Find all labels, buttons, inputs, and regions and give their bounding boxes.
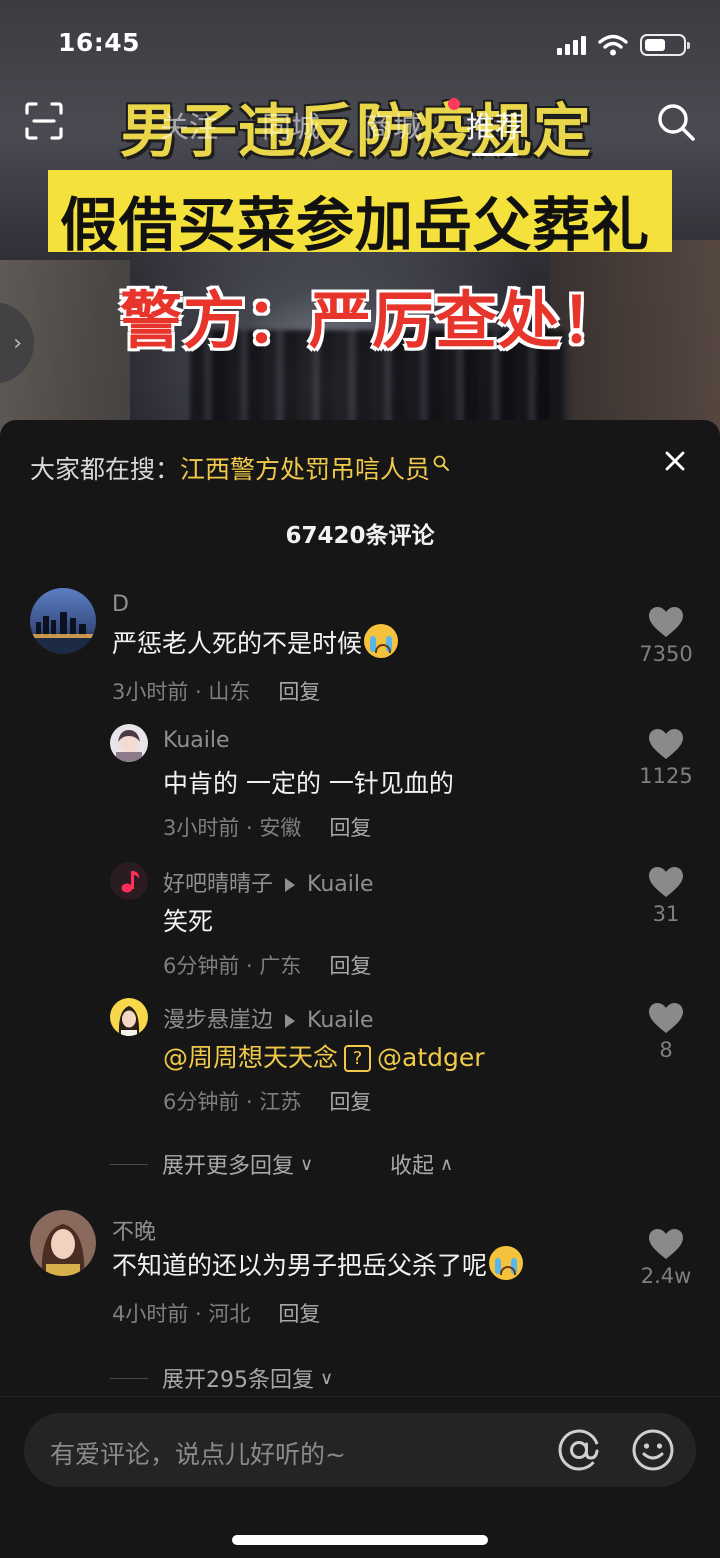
- comments-sheet: 大家都在搜： 江西警方处罚吊唁人员 67420条评论 D 严惩老人死的不是时候 …: [0, 420, 720, 1558]
- search-icon: [433, 455, 450, 471]
- comment-count: 67420条评论: [285, 523, 435, 549]
- collapse-label: 收起: [390, 1154, 435, 1179]
- reply-author[interactable]: 好吧晴晴子: [163, 872, 273, 897]
- like-button[interactable]: 8: [634, 1002, 698, 1062]
- reply-text: 笑死: [163, 907, 214, 936]
- video-headline-2: 假借买菜参加岳父葬礼: [60, 191, 651, 259]
- avatar[interactable]: [110, 998, 148, 1036]
- hot-search-term[interactable]: 江西警方处罚吊唁人员: [180, 450, 430, 486]
- reply-target-user[interactable]: Kuaile: [307, 1008, 374, 1033]
- reply-button[interactable]: 回复: [329, 1090, 371, 1114]
- reply-meta: 3小时前 · 安徽 回复: [163, 812, 371, 842]
- comment-meta: 4小时前 · 河北 回复: [112, 1298, 320, 1328]
- reply-username[interactable]: Kuaile: [163, 728, 230, 753]
- chevron-up-icon: ∧: [440, 1153, 454, 1175]
- comment-text: 不知道的还以为男子把岳父杀了呢: [112, 1246, 524, 1282]
- tab-local[interactable]: 同城: [262, 104, 320, 146]
- like-count: 31: [652, 902, 680, 926]
- avatar[interactable]: [30, 1210, 96, 1276]
- crying-emoji-icon: [364, 624, 399, 658]
- heart-icon: [649, 1229, 683, 1259]
- reply-button[interactable]: 回复: [278, 1302, 320, 1326]
- reply-meta: 6分钟前 · 江苏 回复: [163, 1086, 371, 1116]
- mention-link[interactable]: @周周想天天念: [163, 1043, 338, 1072]
- like-button[interactable]: 1125: [634, 728, 698, 788]
- reply-button[interactable]: 回复: [278, 680, 320, 704]
- divider-line: [110, 1163, 148, 1165]
- like-button[interactable]: 7350: [634, 606, 698, 666]
- reply-username[interactable]: 漫步悬崖边 Kuaile: [163, 1002, 374, 1034]
- expand-more-replies[interactable]: 展开更多回复 ∨: [110, 1148, 313, 1180]
- comment-username[interactable]: 不晚: [112, 1214, 156, 1246]
- tab-mall[interactable]: 商城: [364, 104, 422, 146]
- search-icon[interactable]: [656, 102, 696, 142]
- scan-icon[interactable]: [24, 101, 64, 141]
- battery-icon: [640, 34, 690, 56]
- video-player[interactable]: 16:45 男子违反防疫规定 假借买菜参加岳父葬礼 警方：严厉查处！ 关注 同城…: [0, 0, 720, 440]
- tab-following[interactable]: 关注: [160, 104, 218, 146]
- reply-text: 中肯的 一定的 一针见血的: [163, 769, 454, 798]
- top-nav-tabs: 关注 同城 商城 推荐: [160, 104, 524, 156]
- mention-link[interactable]: @atdger: [377, 1043, 485, 1072]
- like-count: 8: [659, 1038, 673, 1062]
- hot-search-label: 大家都在搜：: [30, 455, 181, 484]
- reply-author[interactable]: 漫步悬崖边: [163, 1008, 273, 1033]
- heart-icon: [649, 1003, 683, 1033]
- like-count: 1125: [639, 764, 693, 788]
- avatar[interactable]: [110, 862, 148, 900]
- divider-line: [110, 1377, 148, 1379]
- heart-icon: [649, 867, 683, 897]
- heart-icon: [649, 607, 683, 637]
- home-indicator[interactable]: [232, 1535, 488, 1545]
- expand-replies[interactable]: 展开295条回复 ∨: [110, 1362, 333, 1394]
- reply-button[interactable]: 回复: [329, 816, 371, 840]
- reply-time-location: 6分钟前 · 江苏: [163, 1090, 302, 1114]
- status-icons: [557, 34, 690, 56]
- reply-meta: 6分钟前 · 广东 回复: [163, 950, 371, 980]
- notification-dot: [448, 98, 460, 110]
- wifi-icon: [598, 34, 628, 56]
- comment-text-content: 不知道的还以为男子把岳父杀了呢: [112, 1251, 488, 1280]
- like-button[interactable]: 2.4w: [634, 1228, 698, 1288]
- reply-to-arrow-icon: [285, 877, 296, 892]
- reply-button[interactable]: 回复: [329, 954, 371, 978]
- close-icon[interactable]: [660, 446, 690, 476]
- comment-text-content: 严惩老人死的不是时候: [112, 629, 363, 658]
- avatar[interactable]: [30, 588, 96, 654]
- emoji-smile-icon[interactable]: [630, 1427, 676, 1473]
- avatar[interactable]: [110, 724, 148, 762]
- comment-input-placeholder: 有爱评论，说点儿好听的~: [50, 1440, 346, 1469]
- reply-time-location: 3小时前 · 安徽: [163, 816, 302, 840]
- like-count: 2.4w: [640, 1264, 692, 1288]
- like-count: 7350: [639, 642, 693, 666]
- chevron-down-icon: ∨: [320, 1367, 334, 1389]
- reply-to-arrow-icon: [285, 1013, 296, 1028]
- crying-emoji-icon: [489, 1246, 524, 1280]
- expand-replies-label: 展开295条回复: [162, 1368, 314, 1393]
- reply-username[interactable]: 好吧晴晴子 Kuaile: [163, 866, 374, 898]
- comment-input-bar: 有爱评论，说点儿好听的~: [0, 1396, 720, 1558]
- reply-target-user[interactable]: Kuaile: [307, 872, 374, 897]
- chevron-right-icon: ›: [13, 330, 22, 356]
- comment-input[interactable]: 有爱评论，说点儿好听的~: [24, 1413, 696, 1487]
- like-button[interactable]: 31: [634, 866, 698, 926]
- status-time: 16:45: [58, 28, 141, 57]
- video-headline-3: 警方：严厉查处！: [120, 284, 625, 357]
- comment-meta: 3小时前 · 山东 回复: [112, 676, 320, 706]
- mention-at-icon[interactable]: [556, 1427, 602, 1473]
- comment-text: 严惩老人死的不是时候: [112, 624, 399, 660]
- heart-icon: [649, 729, 683, 759]
- unknown-emoji-icon: ?: [344, 1045, 372, 1072]
- reply-text: @周周想天天念? @atdger: [163, 1038, 485, 1074]
- signal-icon: [557, 35, 586, 55]
- reply-time-location: 6分钟前 · 广东: [163, 954, 302, 978]
- expand-more-label: 展开更多回复: [162, 1154, 295, 1179]
- collapse-replies[interactable]: 收起 ∧: [390, 1148, 453, 1180]
- hot-search[interactable]: 大家都在搜： 江西警方处罚吊唁人员: [30, 450, 450, 486]
- chevron-down-icon: ∨: [300, 1153, 314, 1175]
- tab-recommend[interactable]: 推荐: [466, 104, 524, 156]
- comment-time-location: 4小时前 · 河北: [112, 1302, 251, 1326]
- comment-username[interactable]: D: [112, 592, 129, 617]
- comment-time-location: 3小时前 · 山东: [112, 680, 251, 704]
